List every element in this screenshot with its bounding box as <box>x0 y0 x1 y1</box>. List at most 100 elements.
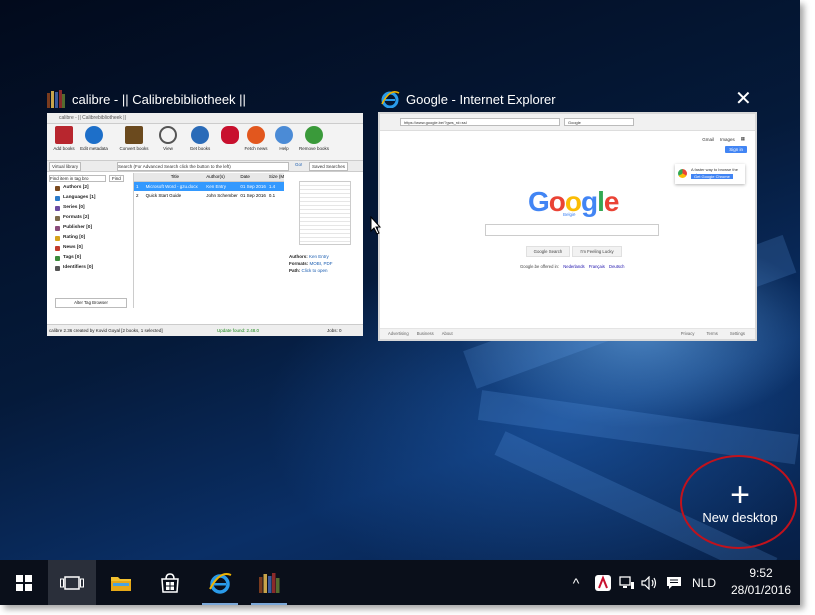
calibre-icon <box>47 90 65 108</box>
images-link[interactable]: Images <box>720 137 735 142</box>
path-label: Path: <box>289 268 301 273</box>
calibre-thumbnail[interactable]: calibre - || Calibrebibliotheek || Add b… <box>47 113 363 336</box>
calibre-status-bar: calibre 2.36 created by Kovid Goyal [2 b… <box>47 324 363 336</box>
google-search-input[interactable] <box>485 224 659 236</box>
tag-browser-item[interactable]: Series [0] <box>49 203 131 213</box>
tag-browser-item[interactable]: Tags [0] <box>49 253 131 263</box>
desktop-screen: calibre - || Calibrebibliotheek || calib… <box>0 0 800 605</box>
volume-tray-button[interactable] <box>639 560 661 605</box>
column-header-date[interactable]: Date <box>238 173 266 181</box>
column-header-title[interactable]: Title <box>144 173 205 181</box>
google-search-button[interactable]: Google Search <box>526 246 570 257</box>
input-language-button[interactable]: NLD <box>688 560 720 605</box>
tag-browser-item[interactable]: News [0] <box>49 243 131 253</box>
calibre-title-bar: calibre - || Calibrebibliotheek || <box>47 113 363 124</box>
tag-browser-item[interactable]: Formats [2] <box>49 213 131 223</box>
column-header-size[interactable]: Size (M <box>267 173 284 181</box>
internet-explorer-taskbar-button[interactable] <box>196 560 244 605</box>
apps-icon[interactable]: ▦ <box>741 136 745 142</box>
task-view-icon <box>60 575 84 590</box>
address-input[interactable]: https://www.google.be/?gws_rd=ssl <box>400 118 560 126</box>
task-view-button[interactable] <box>48 560 96 605</box>
remove-books-button[interactable]: Remove books <box>299 126 329 151</box>
edit-metadata-button[interactable]: Edit metadata <box>79 126 109 151</box>
google-footer: Advertising Business About Privacy Terms… <box>380 328 755 339</box>
fetch-news-button[interactable]: Fetch news <box>241 126 271 151</box>
virtual-library-button[interactable]: Virtual library <box>49 162 82 171</box>
formats-value[interactable]: MOBI, PDF <box>310 261 333 266</box>
language-indicator: NLD <box>691 575 716 590</box>
table-row[interactable]: 2 Quick Start Guide John Schember 01 Sep… <box>134 191 284 200</box>
saved-search-select[interactable]: Saved Searches <box>309 162 349 171</box>
language-link[interactable]: Nederlands <box>563 264 584 269</box>
get-chrome-button[interactable]: Get Google Chrome <box>691 174 733 179</box>
window-title-calibre[interactable]: calibre - || Calibrebibliotheek || <box>46 90 246 108</box>
tag-find-field[interactable]: Find item in tag bro <box>49 174 106 182</box>
antivirus-tray-button[interactable] <box>591 560 615 605</box>
ie-thumbnail[interactable]: https://www.google.be/?gws_rd=ssl Google… <box>378 112 757 341</box>
footer-right: Privacy Terms Settings <box>681 329 745 339</box>
tag-category-label: Publisher [0] <box>63 225 93 230</box>
taskbar-clock[interactable]: 9:52 28/01/2016 <box>726 565 796 599</box>
tag-category-icon <box>55 225 60 231</box>
book-table: Title Author(s) Date Size (M 1 Microsoft… <box>133 173 284 308</box>
view-button[interactable]: View <box>153 126 183 151</box>
heart-icon <box>221 126 239 144</box>
footer-link[interactable]: About <box>442 329 453 339</box>
internet-explorer-icon <box>381 91 400 108</box>
footer-link[interactable]: Business <box>417 329 434 339</box>
google-logo-letter: l <box>597 186 605 217</box>
footer-link[interactable]: Advertising <box>388 329 409 339</box>
column-header-author[interactable]: Author(s) <box>204 173 238 181</box>
tag-category-label: News [0] <box>63 245 83 250</box>
tag-browser-item[interactable]: Languages [1] <box>49 193 131 203</box>
network-tray-button[interactable] <box>616 560 638 605</box>
store-button[interactable] <box>146 560 194 605</box>
window-title-ie[interactable]: Google - Internet Explorer <box>380 90 556 108</box>
tag-browser-item[interactable]: Publisher [0] <box>49 223 131 233</box>
tag-browser-item[interactable]: Rating [0] <box>49 233 131 243</box>
authors-value[interactable]: Ken Entry <box>309 254 329 259</box>
browser-tab[interactable]: Google <box>564 118 634 126</box>
get-books-button[interactable]: Get books <box>185 126 215 151</box>
update-found-link[interactable]: Update found: 2.48.0 <box>217 325 259 336</box>
book-cover[interactable] <box>299 181 351 245</box>
tag-browser-item[interactable]: Identifiers [0] <box>49 263 131 273</box>
calibre-taskbar-button[interactable] <box>245 560 293 605</box>
convert-books-button[interactable]: Convert books <box>119 126 149 151</box>
table-row[interactable]: 1 Microsoft Word - gzu.docx Ken Entry 01… <box>134 182 284 191</box>
search-input[interactable]: Search (For Advanced Search click the bu… <box>117 162 289 171</box>
book-details-text: Authors: Ken Entry Formats: MOBI, PDF Pa… <box>289 253 333 274</box>
feeling-lucky-button[interactable]: I'm Feeling Lucky <box>572 246 622 257</box>
google-logo-letter: g <box>581 186 598 217</box>
go-button[interactable]: Go! <box>295 162 302 167</box>
show-hidden-icons-button[interactable]: ^ <box>566 560 586 605</box>
path-link[interactable]: Click to open <box>302 268 328 273</box>
sign-in-button[interactable]: Sign in <box>725 146 747 153</box>
file-explorer-button[interactable] <box>97 560 145 605</box>
action-center-button[interactable] <box>663 560 685 605</box>
footer-link[interactable]: Settings <box>730 329 745 339</box>
chevron-up-icon: ^ <box>572 574 580 591</box>
close-window-button[interactable]: ✕ <box>735 89 752 109</box>
book-date: 01 Sep 2016 <box>240 193 266 198</box>
tag-category-label: Tags [0] <box>63 255 82 260</box>
start-button[interactable] <box>0 560 48 605</box>
gmail-link[interactable]: Gmail <box>702 137 714 142</box>
antivirus-icon <box>595 574 611 591</box>
file-explorer-icon <box>111 576 131 591</box>
footer-link[interactable]: Privacy <box>681 329 695 339</box>
alter-tag-browser-button[interactable]: Alter Tag Browser <box>55 298 127 308</box>
tag-browser-item[interactable]: Authors [2] <box>49 183 131 193</box>
offered-in-text: Google.be offered in: <box>520 264 560 269</box>
toolbar-label: Get books <box>189 146 211 151</box>
tag-find-button[interactable]: Find <box>109 174 124 182</box>
language-link[interactable]: Deutsch <box>609 264 624 269</box>
footer-link[interactable]: Terms <box>706 329 717 339</box>
store-icon <box>161 572 179 593</box>
add-books-button[interactable]: Add books <box>49 126 79 151</box>
google-header-links: Gmail Images ▦ <box>702 136 745 142</box>
language-link[interactable]: Français <box>589 264 605 269</box>
help-button[interactable]: Help <box>269 126 299 151</box>
jobs-indicator[interactable]: Jobs: 0 <box>327 325 342 336</box>
